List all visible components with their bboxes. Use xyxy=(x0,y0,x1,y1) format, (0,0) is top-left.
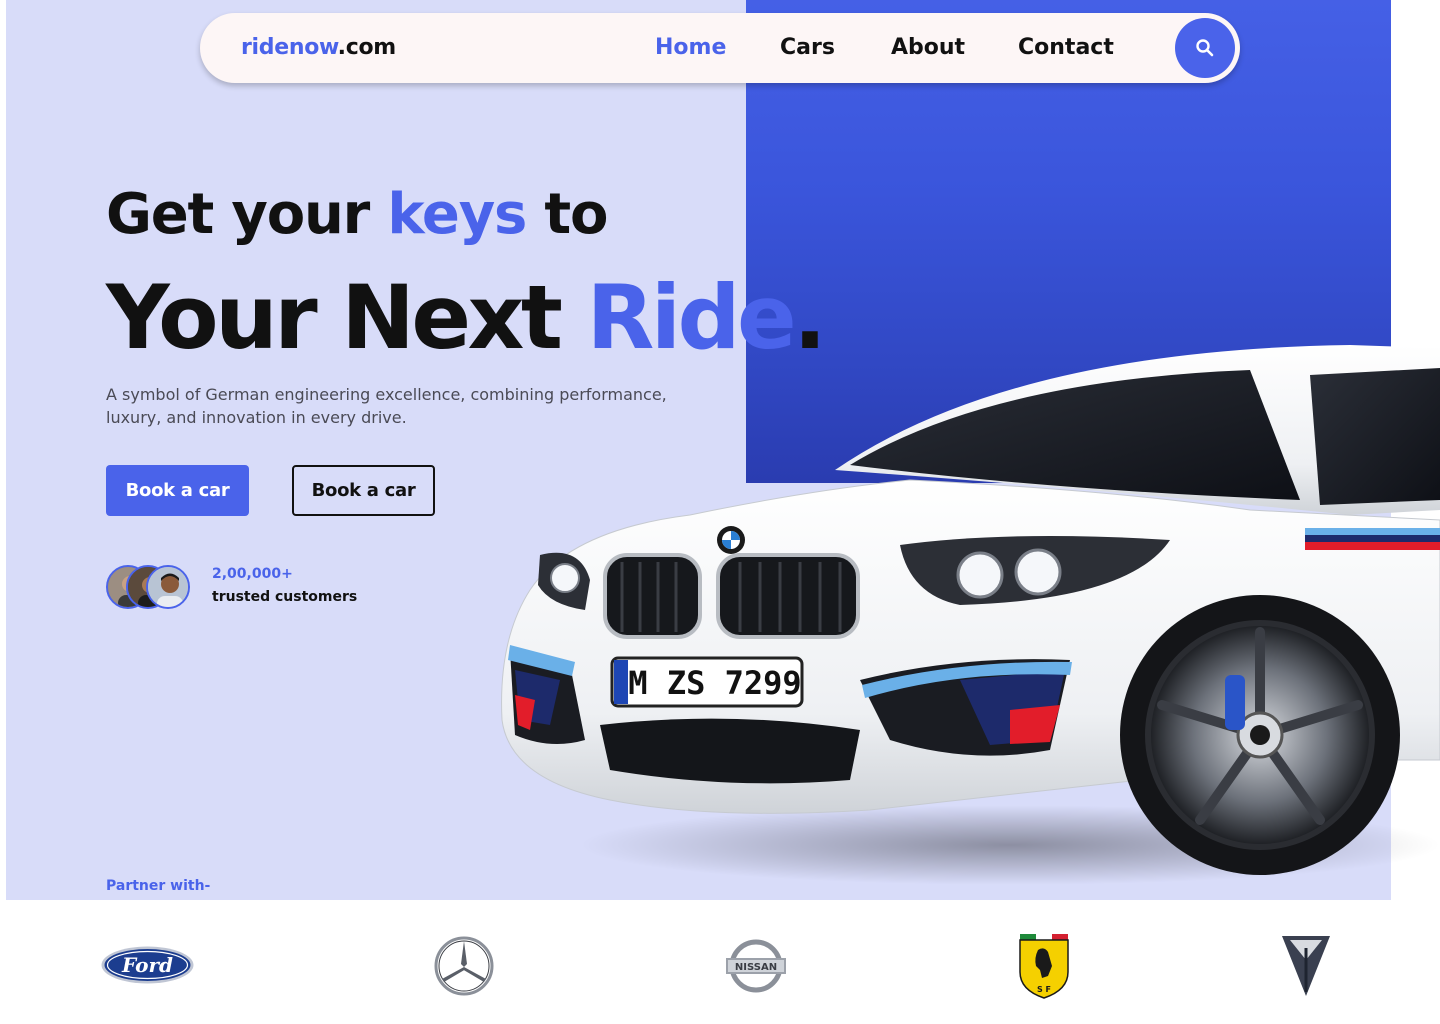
nav-contact[interactable]: Contact xyxy=(1018,35,1114,60)
avatar xyxy=(146,565,190,609)
navbar: ridenow.com Home Cars About Contact xyxy=(200,13,1240,83)
nav-cars[interactable]: Cars xyxy=(780,35,835,60)
svg-text:NISSAN: NISSAN xyxy=(735,962,777,973)
car-image: M ZS 7299 xyxy=(501,345,1440,885)
svg-text:Ford: Ford xyxy=(121,953,173,977)
customer-avatars xyxy=(106,565,196,611)
ford-logo: Ford xyxy=(101,946,194,984)
partner-logos: Ford NISSAN S F xyxy=(0,900,1440,1024)
nissan-logo: NISSAN xyxy=(726,939,786,993)
nav-about[interactable]: About xyxy=(891,35,965,60)
site-logo[interactable]: ridenow.com xyxy=(241,35,396,60)
hero-headline-line1: Get your keys to xyxy=(106,182,608,247)
ferrari-logo: S F xyxy=(1019,934,1069,999)
partner-label: Partner with- xyxy=(106,878,211,894)
license-plate: M ZS 7299 xyxy=(628,664,801,702)
book-car-primary-button[interactable]: Book a car xyxy=(106,465,249,516)
search-button[interactable] xyxy=(1175,18,1235,78)
customers-label: trusted customers xyxy=(212,589,358,605)
mercedes-logo xyxy=(434,936,494,996)
search-icon xyxy=(1196,39,1214,57)
svg-text:S F: S F xyxy=(1037,985,1051,994)
nav-home[interactable]: Home xyxy=(655,35,726,60)
customers-count: 2,00,000+ xyxy=(212,566,293,582)
book-car-secondary-button[interactable]: Book a car xyxy=(292,465,435,516)
tesla-logo xyxy=(1282,936,1330,996)
